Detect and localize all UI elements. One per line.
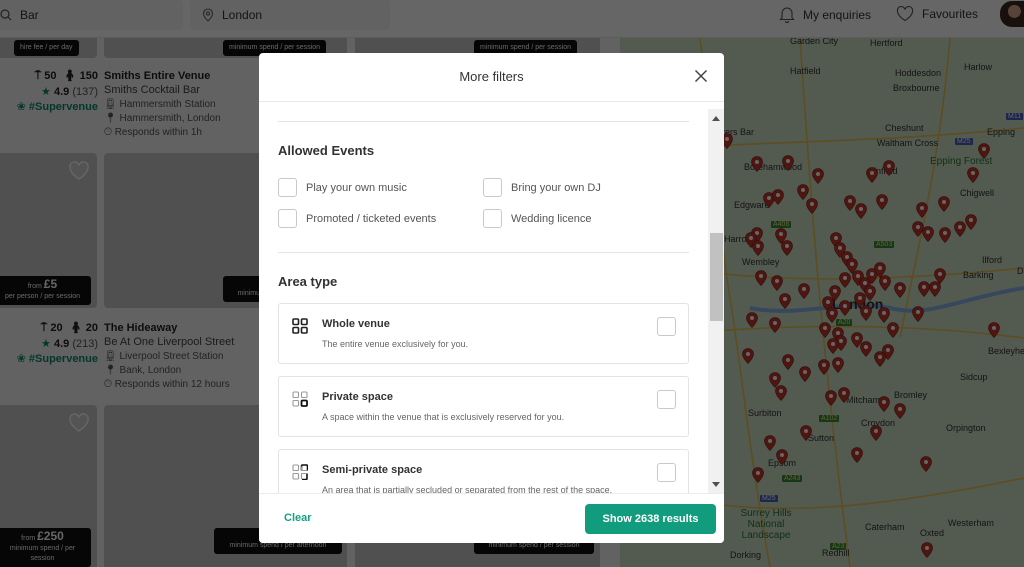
checkbox[interactable]	[278, 209, 297, 228]
scrollbar-thumb[interactable]	[710, 233, 723, 321]
area-option-description: A space within the venue that is exclusi…	[322, 412, 565, 422]
area-type-title: Area type	[278, 274, 338, 289]
more-filters-modal: More filters Allowed Events Play your ow…	[259, 53, 724, 543]
modal-footer: Clear Show 2638 results	[259, 493, 724, 543]
area-option-semi-private-space[interactable]: Semi-private space An area that is parti…	[278, 449, 689, 493]
clear-button[interactable]: Clear	[284, 512, 312, 524]
modal-title: More filters	[459, 69, 524, 84]
caret-down-icon	[712, 481, 720, 487]
area-option-title: Semi-private space	[322, 464, 423, 476]
checkbox[interactable]	[278, 178, 297, 197]
checkbox[interactable]	[657, 463, 676, 482]
modal-header: More filters	[259, 53, 724, 102]
checkbox-play-own-music[interactable]: Play your own music	[278, 178, 407, 197]
checkbox[interactable]	[483, 209, 502, 228]
modal-scrollbar[interactable]	[708, 109, 724, 493]
checkbox[interactable]	[657, 390, 676, 409]
caret-up-icon	[712, 115, 720, 121]
area-option-title: Whole venue	[322, 318, 390, 330]
divider	[278, 121, 689, 122]
close-icon[interactable]	[694, 69, 708, 83]
checkbox[interactable]	[657, 317, 676, 336]
checkbox-wedding-licence[interactable]: Wedding licence	[483, 209, 592, 228]
area-option-title: Private space	[322, 391, 393, 403]
area-option-private-space[interactable]: Private space A space within the venue t…	[278, 376, 689, 437]
semi-private-space-icon	[292, 464, 308, 480]
allowed-events-title: Allowed Events	[278, 143, 375, 158]
modal-body[interactable]: Allowed Events Play your own music Bring…	[259, 103, 724, 493]
checkbox-promoted-ticketed-events[interactable]: Promoted / ticketed events	[278, 209, 436, 228]
scroll-up-button[interactable]	[708, 111, 724, 125]
show-results-button[interactable]: Show 2638 results	[585, 504, 716, 534]
area-option-description: An area that is partially secluded or se…	[322, 485, 613, 493]
area-option-whole-venue[interactable]: Whole venue The entire venue exclusively…	[278, 303, 689, 364]
divider	[278, 252, 689, 253]
checkbox-bring-own-dj[interactable]: Bring your own DJ	[483, 178, 601, 197]
whole-venue-icon	[292, 318, 308, 334]
area-option-description: The entire venue exclusively for you.	[322, 339, 469, 349]
checkbox[interactable]	[483, 178, 502, 197]
scroll-down-button[interactable]	[708, 477, 724, 491]
private-space-icon	[292, 391, 308, 407]
